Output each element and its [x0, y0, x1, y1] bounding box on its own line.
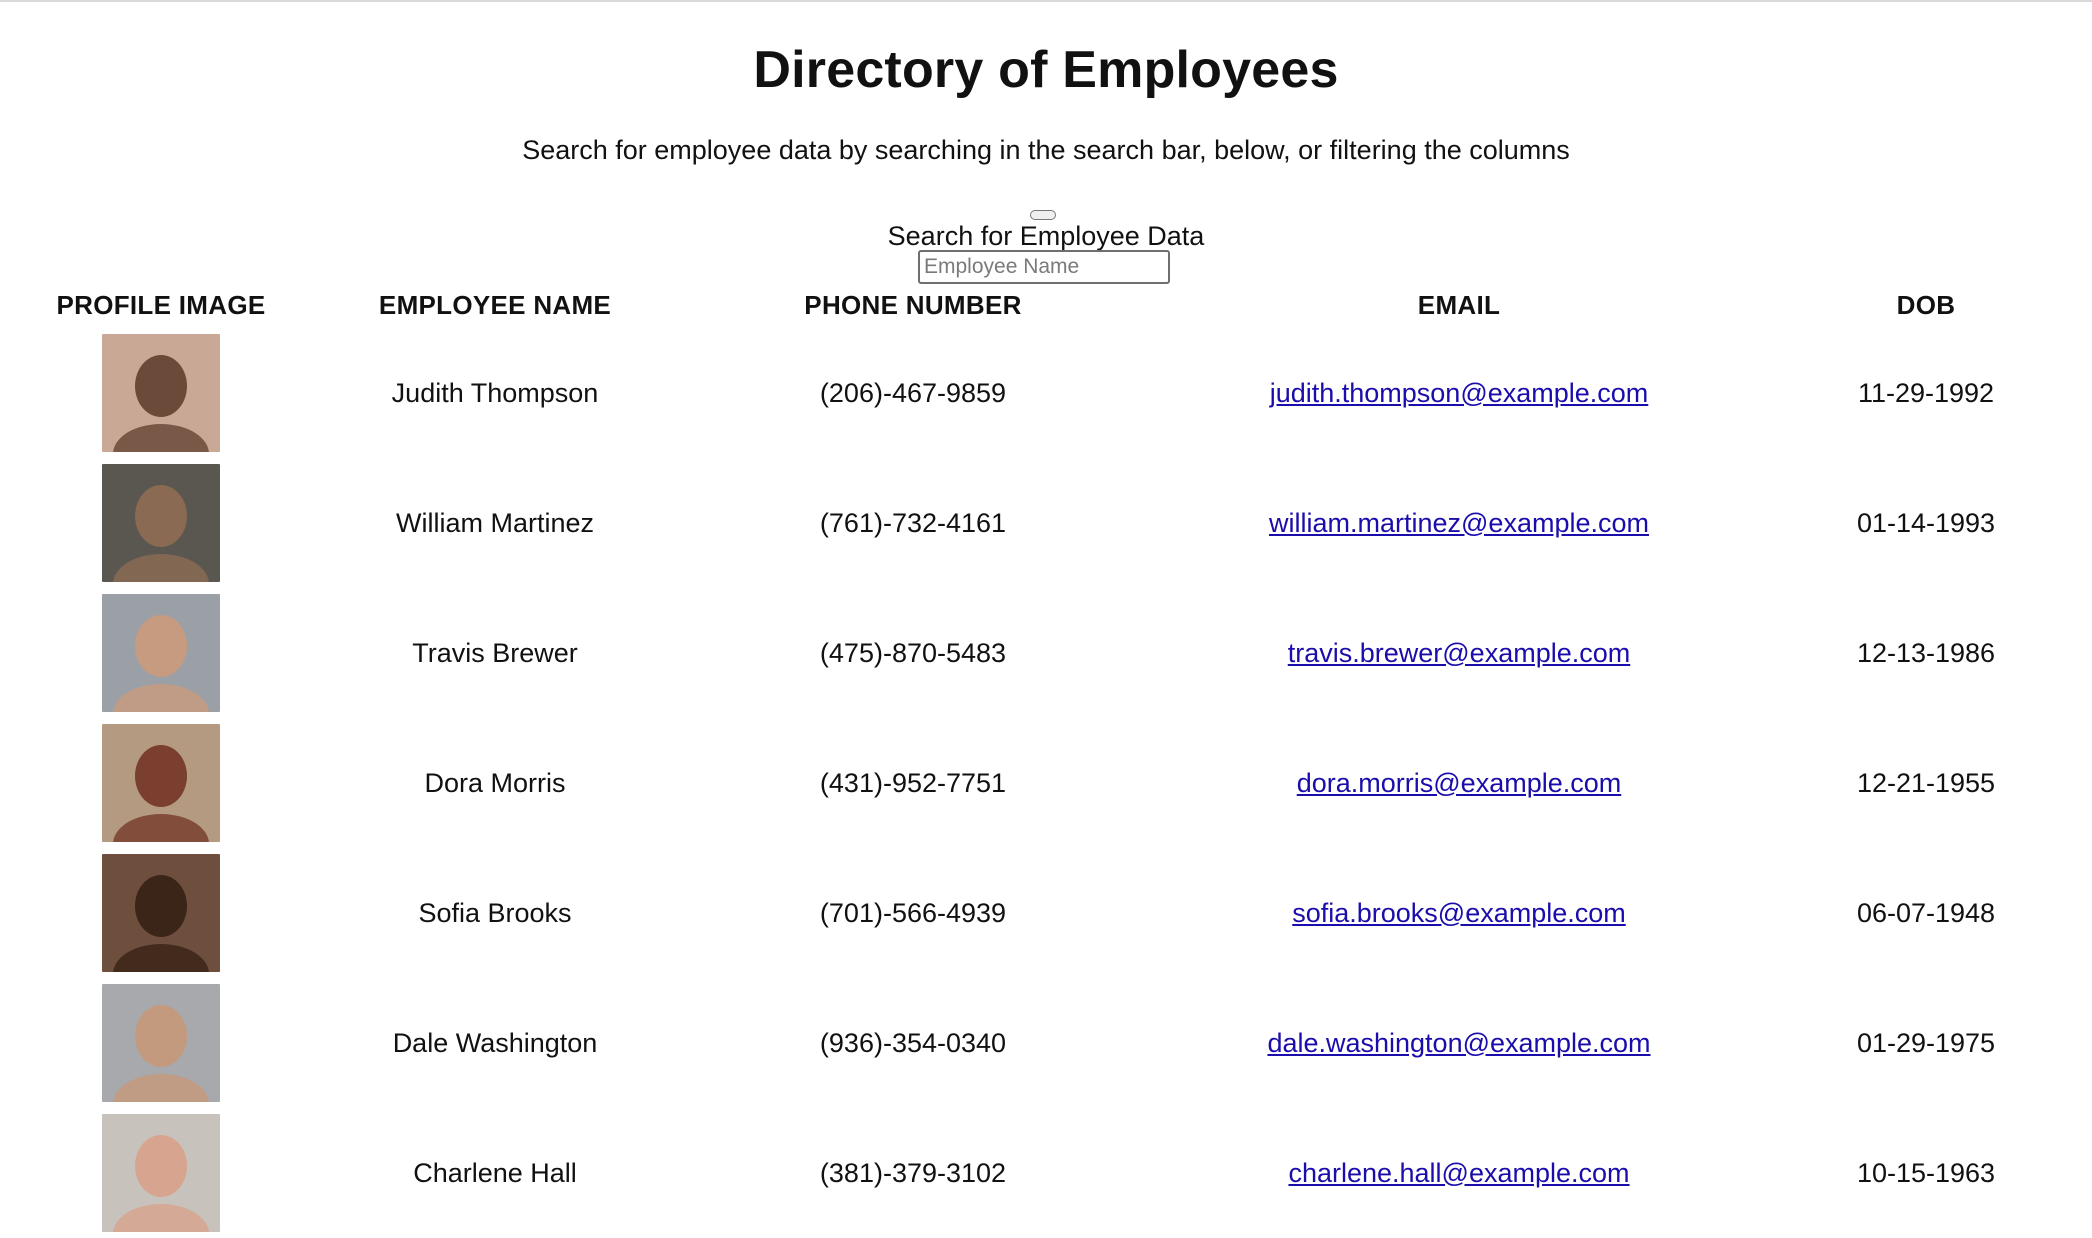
avatar-photo-icon [102, 594, 220, 712]
table-row: Travis Brewer (475)-870-5483 travis.brewer… [0, 588, 2092, 718]
page-title: Directory of Employees [753, 41, 1339, 99]
table-row: Dale Washington (936)-354-0340 dale.washin… [0, 978, 2092, 1108]
table-row: Charlene Hall (381)-379-3102 charlene.hall… [0, 1108, 2092, 1238]
avatar [102, 464, 220, 582]
table-header-row: PROFILE IMAGE EMPLOYEE NAME PHONE NUMBER… [0, 282, 2092, 328]
dob-cell: 01-29-1975 [1856, 1027, 1996, 1058]
email-link[interactable]: judith.thompson@example.com [1270, 378, 1649, 408]
top-border [0, 0, 2092, 2]
employee-table: PROFILE IMAGE EMPLOYEE NAME PHONE NUMBER… [0, 282, 2092, 1238]
avatar-photo-icon [102, 334, 220, 452]
column-header-profile-image[interactable]: PROFILE IMAGE [0, 282, 322, 328]
profile-image-cell [0, 1108, 322, 1238]
employee-name-cell: Dora Morris [424, 767, 566, 798]
column-header-employee-name[interactable]: EMPLOYEE NAME [322, 282, 668, 328]
search-label: Search for Employee Data [887, 221, 1205, 251]
avatar [102, 854, 220, 972]
profile-image-cell [0, 328, 322, 458]
search-input[interactable] [918, 250, 1170, 284]
page-subtitle: Search for employee data by searching in… [522, 135, 1570, 165]
table-row: Judith Thompson (206)-467-9859 judith.thom… [0, 328, 2092, 458]
profile-image-cell [0, 588, 322, 718]
profile-image-cell [0, 978, 322, 1108]
phone-number-cell: (381)-379-3102 [819, 1157, 1007, 1188]
avatar [102, 724, 220, 842]
dob-cell: 12-13-1986 [1856, 637, 1996, 668]
avatar [102, 594, 220, 712]
phone-number-cell: (761)-732-4161 [819, 507, 1007, 538]
avatar [102, 1114, 220, 1232]
phone-number-cell: (936)-354-0340 [819, 1027, 1007, 1058]
phone-number-cell: (206)-467-9859 [819, 377, 1007, 408]
employee-name-cell: Charlene Hall [413, 1157, 577, 1188]
phone-number-cell: (431)-952-7751 [819, 767, 1007, 798]
avatar-photo-icon [102, 724, 220, 842]
email-link[interactable]: charlene.hall@example.com [1288, 1158, 1629, 1188]
table-row: Sofia Brooks (701)-566-4939 sofia.brooks@e… [0, 848, 2092, 978]
avatar [102, 984, 220, 1102]
email-link[interactable]: dora.morris@example.com [1297, 768, 1622, 798]
dob-cell: 10-15-1963 [1856, 1157, 1996, 1188]
employee-name-cell: Travis Brewer [412, 637, 578, 668]
dob-cell: 12-21-1955 [1856, 767, 1996, 798]
email-cell: travis.brewer@example.com [1158, 588, 1760, 718]
email-link[interactable]: dale.washington@example.com [1267, 1028, 1650, 1058]
phone-number-cell: (701)-566-4939 [819, 897, 1007, 928]
email-cell: dale.washington@example.com [1158, 978, 1760, 1108]
email-cell: dora.morris@example.com [1158, 718, 1760, 848]
dob-cell: 06-07-1948 [1856, 897, 1996, 928]
email-cell: william.martinez@example.com [1158, 458, 1760, 588]
email-cell: charlene.hall@example.com [1158, 1108, 1760, 1238]
employee-name-cell: Dale Washington [392, 1027, 598, 1058]
avatar [102, 334, 220, 452]
dob-cell: 11-29-1992 [1857, 377, 1995, 408]
avatar-photo-icon [102, 1114, 220, 1232]
table-row: William Martinez (761)-732-4161 william.ma… [0, 458, 2092, 588]
column-header-dob[interactable]: DOB [1760, 282, 2092, 328]
phone-number-cell: (475)-870-5483 [819, 637, 1007, 668]
column-header-phone-number[interactable]: PHONE NUMBER [668, 282, 1158, 328]
avatar-photo-icon [102, 464, 220, 582]
email-link[interactable]: william.martinez@example.com [1269, 508, 1649, 538]
column-header-email[interactable]: EMAIL [1158, 282, 1760, 328]
email-link[interactable]: travis.brewer@example.com [1288, 638, 1631, 668]
employee-name-cell: Sofia Brooks [418, 897, 572, 928]
profile-image-cell [0, 458, 322, 588]
avatar-photo-icon [102, 854, 220, 972]
dob-cell: 01-14-1993 [1856, 507, 1996, 538]
table-row: Dora Morris (431)-952-7751 dora.morris@exa… [0, 718, 2092, 848]
email-cell: sofia.brooks@example.com [1158, 848, 1760, 978]
profile-image-cell [0, 718, 322, 848]
email-link[interactable]: sofia.brooks@example.com [1292, 898, 1626, 928]
avatar-photo-icon [102, 984, 220, 1102]
employee-name-cell: William Martinez [395, 507, 595, 538]
employee-name-cell: Judith Thompson [391, 377, 599, 408]
email-cell: judith.thompson@example.com [1158, 328, 1760, 458]
profile-image-cell [0, 848, 322, 978]
